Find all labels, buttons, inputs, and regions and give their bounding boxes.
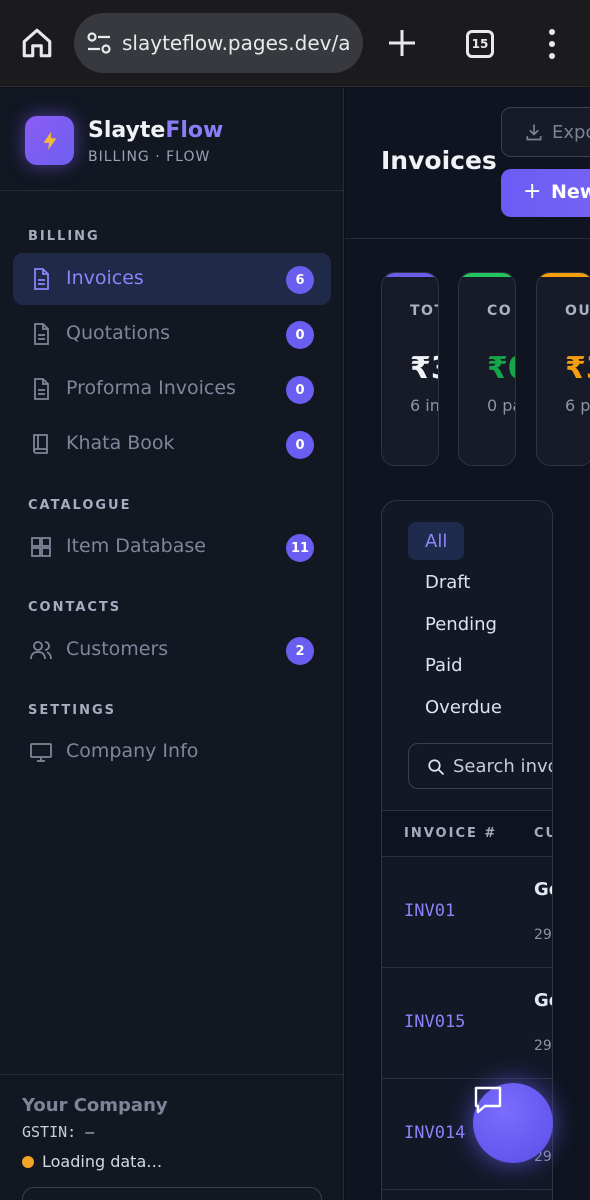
invoice-number[interactable]: INV01 <box>404 901 455 921</box>
new-tab-icon[interactable] <box>386 25 418 61</box>
plus-icon: + <box>523 179 542 204</box>
home-icon[interactable] <box>20 26 54 60</box>
document-icon <box>34 323 49 345</box>
section-label-billing: BILLING <box>28 229 100 244</box>
site-settings-icon[interactable] <box>86 31 112 55</box>
filter-overdue[interactable]: Overdue <box>408 688 519 726</box>
gstin-text: GSTIN: — <box>22 1123 95 1141</box>
document-icon <box>34 268 49 290</box>
customer-name: Go Pr <box>534 990 552 1011</box>
document-icon <box>34 378 49 400</box>
stat-value: ₹0 <box>487 351 515 386</box>
invoice-date: 29 <box>534 1038 552 1054</box>
invoice-number[interactable]: INV015 <box>404 1012 465 1032</box>
company-name: Your Company <box>22 1095 168 1116</box>
sidebar-item-label: Invoices <box>66 267 144 289</box>
main-content: Invoices Expo + New TOT BIL ₹3 6 invo CO… <box>345 88 590 1200</box>
status-dot-icon <box>22 1155 34 1168</box>
sidebar-item-item-database[interactable]: Item Database 11 <box>13 521 331 573</box>
stat-label: TOT BIL <box>410 303 438 319</box>
stat-value: ₹3 <box>565 351 590 386</box>
sidebar-footer: Your Company GSTIN: — Loading data… <box>0 1074 344 1200</box>
search-icon <box>428 759 445 776</box>
filter-pending[interactable]: Pending <box>408 605 514 643</box>
filter-paid[interactable]: Paid <box>408 646 480 684</box>
search-box[interactable] <box>408 743 552 789</box>
stat-accent-bar <box>537 273 590 277</box>
table-row[interactable]: INV015 Go Pr 29 <box>382 968 552 1079</box>
download-icon <box>526 124 542 141</box>
export-label: Expo <box>552 122 590 143</box>
col-invoice-number: INVOICE # <box>404 826 498 841</box>
sidebar-item-invoices[interactable]: Invoices 6 <box>13 253 331 305</box>
footer-button[interactable] <box>22 1187 322 1200</box>
browser-toolbar: slayteflow.pages.dev/a 15 <box>0 0 590 87</box>
brand-header: SlayteFlow BILLING · FLOW <box>0 88 344 191</box>
sidebar-item-customers[interactable]: Customers 2 <box>13 624 331 676</box>
filter-all[interactable]: All <box>408 522 465 560</box>
search-input[interactable] <box>453 752 552 780</box>
stat-desc: 0 paid <box>487 396 515 415</box>
customer-name: Go Pr <box>534 879 552 900</box>
sidebar-item-company-info[interactable]: Company Info <box>13 726 331 778</box>
stat-label: OU <box>565 303 590 319</box>
export-button[interactable]: Expo <box>501 107 590 157</box>
invoice-number[interactable]: INV014 <box>404 1123 465 1143</box>
count-badge: 2 <box>286 637 314 665</box>
lightning-icon <box>43 131 56 150</box>
stat-value: ₹3 <box>410 351 438 386</box>
table-header: INVOICE # CU <box>382 810 552 857</box>
stat-card-outstanding: OU ₹3 6 pen <box>536 272 590 466</box>
section-label-catalogue: CATALOGUE <box>28 498 132 513</box>
sidebar-item-label: Company Info <box>66 740 199 762</box>
sidebar-item-quotations[interactable]: Quotations 0 <box>13 308 331 360</box>
loading-status: Loading data… <box>22 1152 162 1171</box>
filter-draft[interactable]: Draft <box>408 563 487 601</box>
sidebar-item-label: Customers <box>66 638 169 660</box>
grid-icon <box>31 537 51 557</box>
col-customer: CU <box>534 826 552 841</box>
invoice-date: 29 <box>534 927 552 943</box>
users-icon <box>30 641 52 660</box>
section-label-settings: SETTINGS <box>28 703 117 718</box>
chat-icon <box>474 1086 502 1114</box>
stat-card-total-billed: TOT BIL ₹3 6 invo <box>381 272 439 466</box>
sidebar-item-label: Quotations <box>66 322 171 344</box>
sidebar-item-khata-book[interactable]: Khata Book 0 <box>13 418 331 470</box>
count-badge: 6 <box>286 266 314 294</box>
brand-name: SlayteFlow <box>88 118 224 143</box>
count-badge: 0 <box>286 376 314 404</box>
brand-tagline: BILLING · FLOW <box>88 149 211 165</box>
sidebar-item-label: Item Database <box>66 535 206 557</box>
address-bar[interactable]: slayteflow.pages.dev/a <box>74 13 363 73</box>
stat-desc: 6 pen <box>565 396 590 415</box>
sidebar: SlayteFlow BILLING · FLOW BILLING Invoic… <box>0 88 344 1200</box>
sidebar-item-proforma-invoices[interactable]: Proforma Invoices 0 <box>13 363 331 415</box>
app-logo[interactable] <box>25 116 74 165</box>
stat-card-collected: CO ₹0 0 paid <box>458 272 516 466</box>
count-badge: 0 <box>286 321 314 349</box>
section-label-contacts: CONTACTS <box>28 600 122 615</box>
url-text: slayteflow.pages.dev/a <box>122 31 351 55</box>
book-icon <box>33 434 48 454</box>
count-badge: 11 <box>286 534 314 562</box>
sidebar-item-label: Khata Book <box>66 432 175 454</box>
more-menu-icon[interactable] <box>546 28 558 60</box>
stat-label: CO <box>487 303 513 319</box>
count-badge: 0 <box>286 431 314 459</box>
chat-fab-button[interactable] <box>473 1083 553 1163</box>
new-label: New <box>551 181 590 203</box>
tab-switcher-button[interactable]: 15 <box>466 30 494 58</box>
stat-accent-bar <box>382 273 438 277</box>
stat-desc: 6 invo <box>410 396 439 415</box>
status-text: Loading data… <box>42 1152 163 1171</box>
monitor-icon <box>30 743 52 762</box>
sidebar-item-label: Proforma Invoices <box>66 377 236 399</box>
page-title: Invoices <box>381 146 497 175</box>
page-header: Invoices Expo + New <box>345 88 590 239</box>
table-row[interactable]: INV01 Go Pr 29 <box>382 857 552 968</box>
stat-accent-bar <box>459 273 515 277</box>
new-invoice-button[interactable]: + New <box>501 169 590 217</box>
